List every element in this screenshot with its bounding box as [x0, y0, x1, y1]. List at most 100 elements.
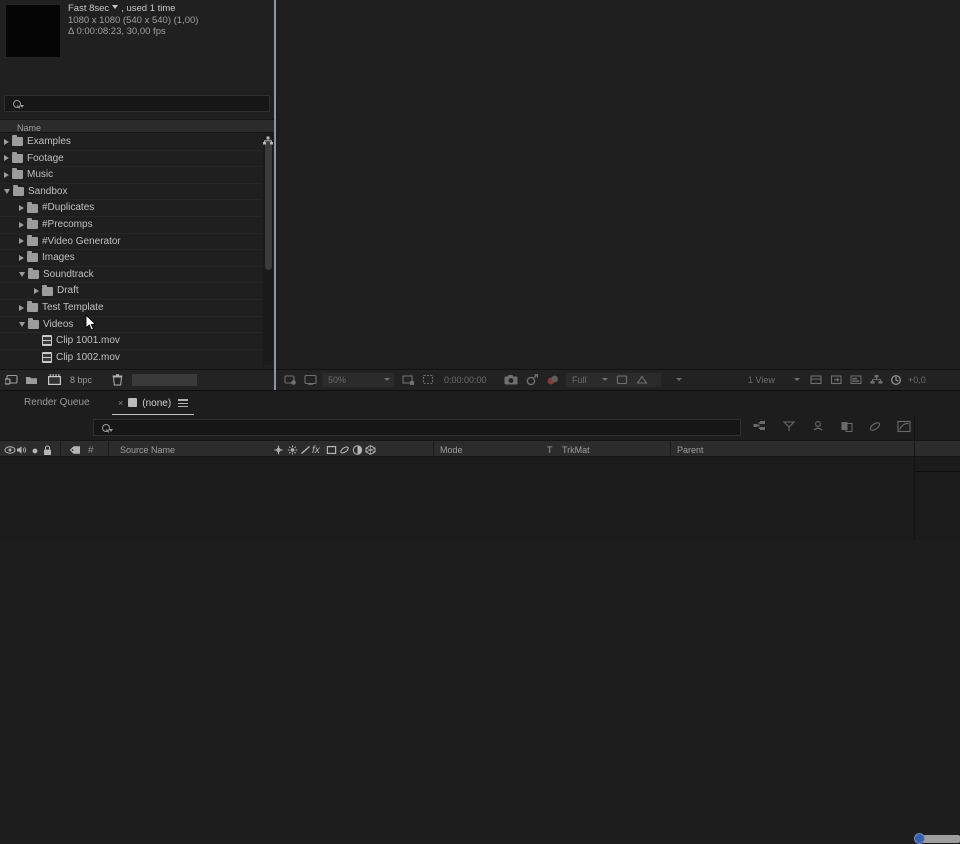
effects-icon[interactable]: fx	[312, 445, 320, 456]
collapse-transformations-icon[interactable]	[287, 445, 298, 455]
disclosure-closed-icon[interactable]	[19, 221, 24, 228]
panel-divider-vertical[interactable]	[274, 0, 276, 390]
current-time-display[interactable]: 0:00:00:00	[444, 375, 487, 385]
3d-layer-icon[interactable]	[365, 445, 376, 455]
project-tree-row[interactable]: Examples	[0, 134, 262, 151]
adjustment-layer-icon[interactable]	[352, 445, 363, 455]
graph-editor-icon[interactable]	[897, 420, 911, 434]
toggle-transparency-icon[interactable]	[304, 374, 317, 386]
interpret-footage-icon[interactable]	[4, 374, 18, 386]
quality-icon[interactable]	[300, 445, 311, 455]
column-header-t[interactable]: T	[547, 445, 553, 455]
column-separator	[433, 442, 434, 457]
timeline-layer-area[interactable]	[0, 457, 914, 540]
timeline-zoom-slider-knob[interactable]	[914, 833, 925, 844]
disclosure-closed-icon[interactable]	[4, 138, 9, 145]
comp-flowchart-icon[interactable]	[870, 374, 883, 386]
disclosure-closed-icon[interactable]	[19, 254, 24, 261]
column-header-trkmat[interactable]: TrkMat	[562, 445, 590, 455]
eye-icon[interactable]	[4, 445, 16, 455]
timeline-panel-icon[interactable]	[850, 374, 863, 386]
draft-3d-icon[interactable]	[782, 420, 796, 434]
project-tree-row[interactable]: #Video Generator	[0, 234, 262, 251]
disclosure-closed-icon[interactable]	[19, 205, 24, 212]
column-header-source-name[interactable]: Source Name	[120, 445, 175, 455]
panel-menu-icon[interactable]	[178, 397, 189, 409]
grid-and-guides-icon[interactable]	[422, 374, 435, 386]
chevron-down-icon[interactable]	[112, 5, 119, 10]
project-tree-row[interactable]: Music	[0, 167, 262, 184]
disclosure-open-icon[interactable]	[19, 272, 25, 278]
project-toolbar-field[interactable]	[132, 374, 197, 386]
snapshot-icon[interactable]	[504, 374, 518, 386]
project-tree-row[interactable]: Test Template	[0, 300, 262, 317]
disclosure-open-icon[interactable]	[4, 189, 10, 195]
project-tree-row[interactable]: Clip 1001.mov	[0, 333, 262, 350]
disclosure-closed-icon[interactable]	[34, 288, 39, 295]
exposure-value[interactable]: +0,0	[908, 375, 926, 385]
new-composition-icon[interactable]	[47, 374, 61, 386]
lock-icon[interactable]	[42, 445, 53, 455]
fast-previews-icon[interactable]	[636, 374, 649, 386]
new-folder-icon[interactable]	[25, 374, 38, 386]
timeline-divider-vertical[interactable]	[914, 415, 915, 540]
column-header-mode[interactable]: Mode	[440, 445, 463, 455]
motion-blur-icon[interactable]	[868, 420, 882, 434]
timeline-search-input[interactable]	[93, 419, 741, 436]
view-count-label[interactable]: 1 View	[748, 375, 775, 385]
project-item-tree[interactable]: Examples Footage Music Sandbox #Duplicates #P…	[0, 134, 262, 365]
region-of-interest-icon[interactable]	[402, 374, 415, 386]
chevron-down-icon[interactable]	[602, 378, 608, 381]
project-tree-row[interactable]: Sandbox	[0, 184, 262, 201]
after-effects-window: Fast 8sec , used 1 time 1080 x 1080 (540 …	[0, 0, 960, 844]
project-tree-row[interactable]: #Duplicates	[0, 200, 262, 217]
channel-icon[interactable]	[546, 374, 560, 386]
chevron-down-icon[interactable]	[794, 378, 800, 381]
close-icon[interactable]: ×	[118, 398, 123, 408]
composition-viewer[interactable]	[276, 0, 960, 369]
chevron-down-icon[interactable]	[384, 378, 390, 381]
chevron-down-icon[interactable]	[676, 378, 682, 381]
project-tree-row[interactable]: Footage	[0, 151, 262, 168]
disclosure-closed-icon[interactable]	[19, 304, 24, 311]
disclosure-closed-icon[interactable]	[19, 238, 24, 245]
frame-blending-icon[interactable]	[840, 420, 854, 434]
label-color-icon[interactable]	[69, 445, 81, 455]
disclosure-closed-icon[interactable]	[4, 155, 9, 162]
project-scrollbar[interactable]	[263, 134, 273, 365]
project-item-thumbnail	[5, 4, 61, 58]
exposure-reset-icon[interactable]	[890, 374, 903, 386]
show-snapshot-icon[interactable]	[526, 374, 539, 386]
hide-shy-layers-icon[interactable]	[811, 420, 825, 434]
project-tree-row[interactable]: Images	[0, 250, 262, 267]
layer-number-icon[interactable]: #	[88, 445, 94, 456]
project-scrollbar-thumb[interactable]	[264, 138, 272, 270]
speaker-icon[interactable]	[16, 445, 28, 455]
tab-render-queue[interactable]: Render Queue	[24, 391, 90, 415]
project-item-label: Draft	[57, 285, 79, 297]
tab-active-composition[interactable]: × (none)	[112, 391, 195, 416]
bit-depth-label[interactable]: 8 bpc	[70, 375, 92, 385]
disclosure-closed-icon[interactable]	[4, 171, 9, 178]
project-tree-row[interactable]: Soundtrack	[0, 267, 262, 284]
composition-mini-flowchart-icon[interactable]	[753, 420, 767, 434]
trash-icon[interactable]	[112, 374, 125, 386]
shy-icon[interactable]	[273, 445, 284, 455]
project-tree-row[interactable]: Videos	[0, 317, 262, 334]
column-header-name[interactable]: Name	[17, 123, 41, 133]
always-preview-icon[interactable]	[284, 374, 297, 386]
share-view-icon[interactable]	[830, 374, 843, 386]
timeline-graph-area[interactable]	[915, 457, 960, 540]
view-layout-icon[interactable]	[810, 374, 823, 386]
project-tree-row[interactable]: Clip 1002.mov	[0, 350, 262, 365]
frame-blend-icon[interactable]	[326, 445, 337, 455]
disclosure-open-icon[interactable]	[19, 321, 25, 327]
column-header-parent[interactable]: Parent	[677, 445, 704, 455]
project-tree-row[interactable]: #Precomps	[0, 217, 262, 234]
motion-blur-icon[interactable]	[339, 445, 350, 455]
solo-icon[interactable]	[31, 447, 39, 457]
project-search-input[interactable]	[4, 95, 270, 112]
composition-flowchart-icon[interactable]	[263, 136, 273, 146]
project-tree-row[interactable]: Draft	[0, 283, 262, 300]
pixel-aspect-correction-icon[interactable]	[616, 374, 629, 386]
